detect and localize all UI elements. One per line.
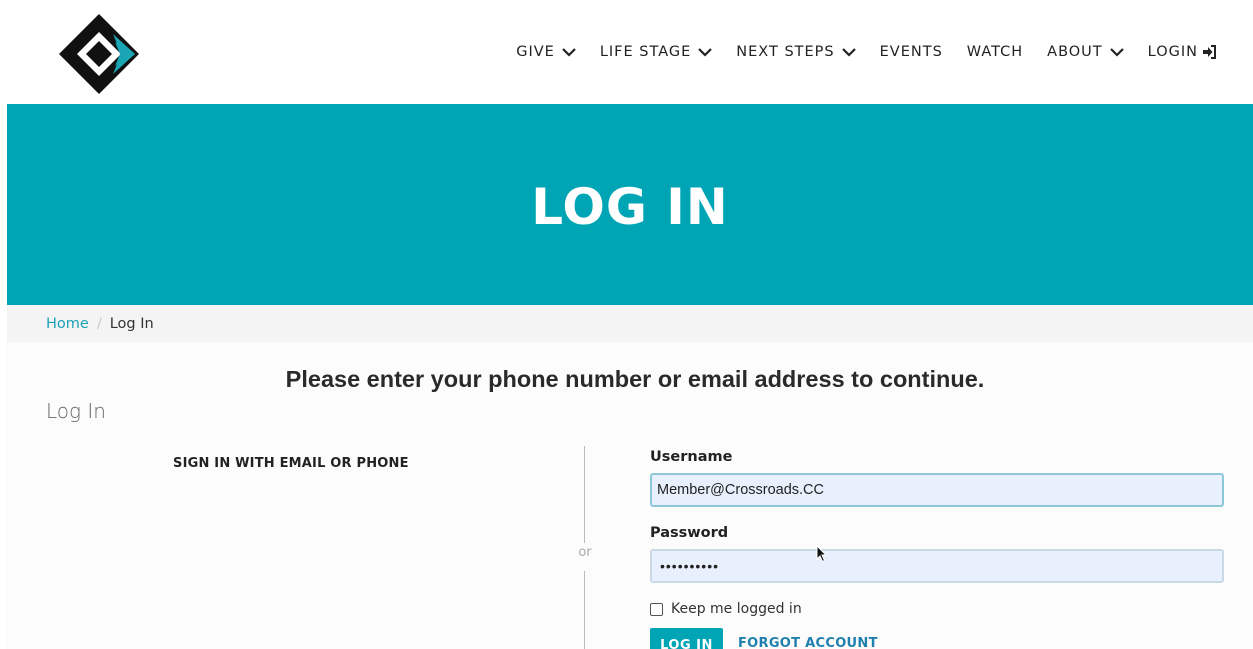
nav-item-label: GIVE — [516, 44, 555, 60]
keep-logged-in[interactable]: Keep me logged in — [650, 601, 802, 617]
nav-item-label: EVENTS — [879, 44, 943, 60]
forgot-account-link[interactable]: FORGOT ACCOUNT — [738, 636, 878, 649]
nav-item-label: ABOUT — [1047, 44, 1103, 60]
sign-in-method-title: SIGN IN WITH EMAIL OR PHONE — [173, 456, 409, 471]
breadcrumb-separator: / — [96, 315, 102, 332]
chevron-down-icon — [841, 48, 856, 57]
nav-item-life-stage[interactable]: LIFE STAGE — [599, 44, 713, 60]
login-button[interactable]: LOG IN — [650, 628, 723, 649]
nav-item-login[interactable]: LOGIN — [1148, 44, 1217, 60]
divider — [584, 446, 585, 543]
nav-item-label: NEXT STEPS — [736, 44, 835, 60]
nav-item-about[interactable]: ABOUT — [1047, 44, 1124, 60]
or-separator: or — [578, 545, 592, 560]
breadcrumb-current: Log In — [109, 315, 154, 332]
mouse-cursor-icon — [816, 545, 828, 563]
login-prompt: Please enter your phone number or email … — [285, 366, 985, 392]
password-label: Password — [650, 525, 729, 541]
nav-item-events[interactable]: EVENTS — [880, 44, 943, 60]
page: GIVE LIFE STAGE NEXT STEPS EVENTS WATCH … — [7, 0, 1253, 649]
nav-item-watch[interactable]: WATCH — [967, 44, 1023, 60]
page-title: LOG IN — [531, 177, 729, 236]
keep-logged-in-checkbox[interactable] — [650, 602, 663, 616]
chevron-down-icon — [698, 48, 713, 57]
nav-item-label: WATCH — [966, 44, 1024, 60]
divider — [584, 571, 585, 649]
chevron-down-icon — [1109, 48, 1124, 57]
username-label: Username — [650, 449, 733, 465]
nav-item-label: LIFE STAGE — [599, 44, 692, 60]
sign-in-icon — [1203, 45, 1216, 59]
nav-item-next-steps[interactable]: NEXT STEPS — [736, 44, 856, 60]
nav-item-give[interactable]: GIVE — [516, 44, 576, 60]
login-content: Please enter your phone number or email … — [7, 342, 1253, 649]
keep-logged-in-label: Keep me logged in — [671, 601, 802, 617]
section-title: Log In — [46, 399, 106, 423]
breadcrumb: Home / Log In — [7, 305, 1253, 342]
chevron-down-icon — [562, 48, 576, 57]
site-header: GIVE LIFE STAGE NEXT STEPS EVENTS WATCH … — [7, 0, 1253, 104]
nav-item-label: LOGIN — [1147, 44, 1198, 60]
password-input[interactable] — [650, 549, 1224, 583]
username-input[interactable] — [650, 473, 1224, 507]
site-logo[interactable] — [57, 10, 145, 98]
breadcrumb-home-link[interactable]: Home — [46, 316, 89, 332]
hero-banner: LOG IN — [7, 104, 1253, 305]
main-nav: GIVE LIFE STAGE NEXT STEPS EVENTS WATCH … — [492, 44, 1217, 60]
